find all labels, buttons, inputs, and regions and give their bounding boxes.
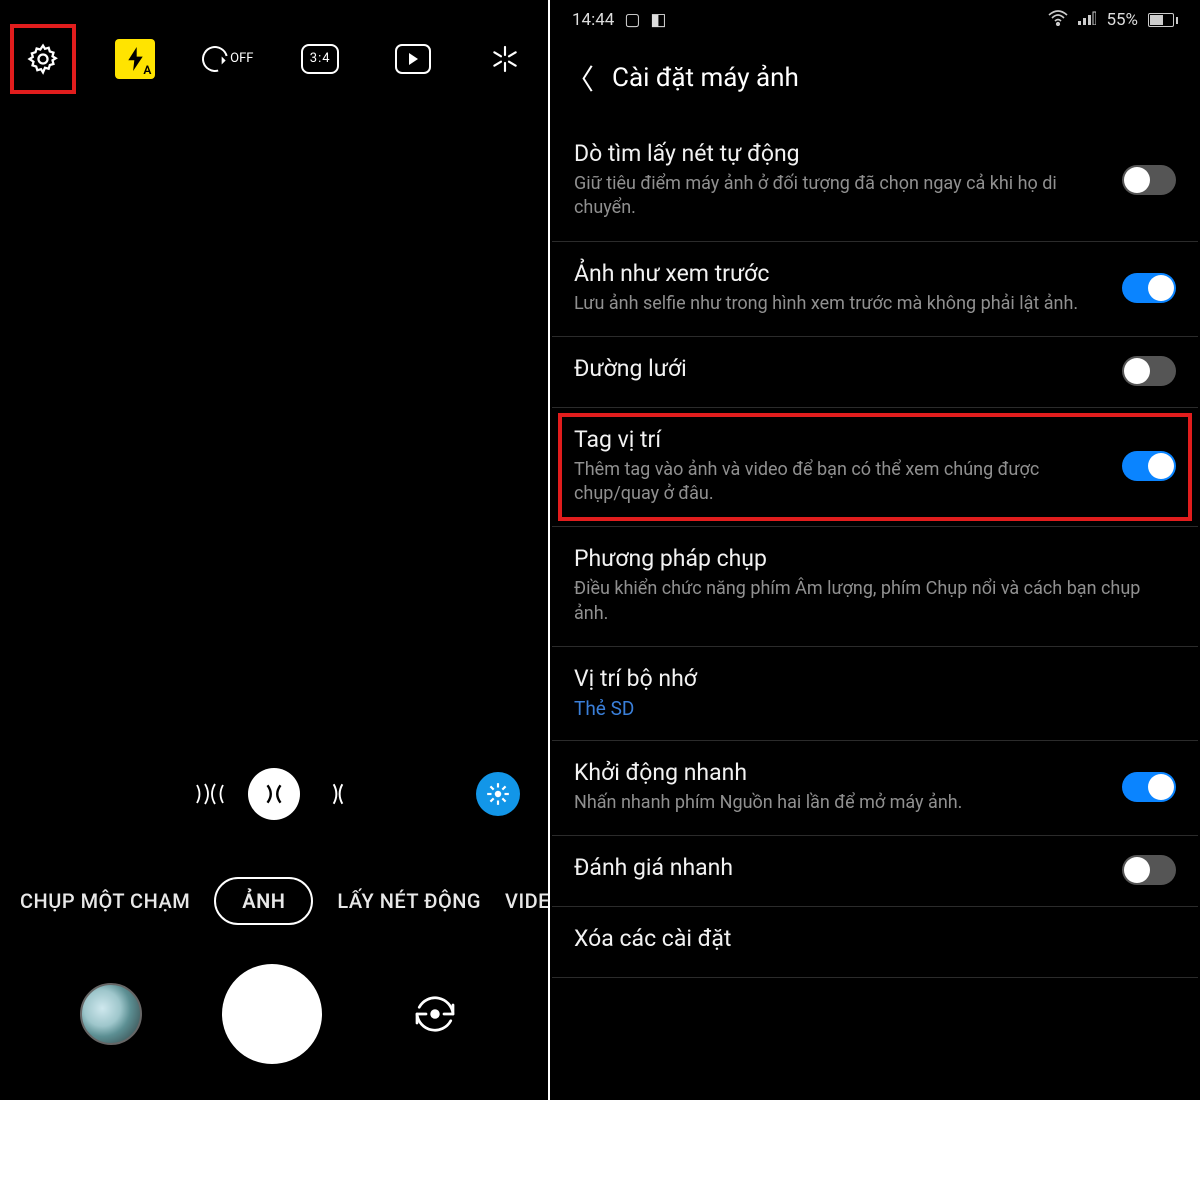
back-icon[interactable]: 〈	[566, 58, 594, 98]
setting-desc: Điều khiển chức năng phím Âm lượng, phím…	[574, 577, 1162, 626]
shutter-button[interactable]	[222, 964, 322, 1064]
setting-desc: Giữ tiêu điểm máy ảnh ở đối tượng đã chọ…	[574, 172, 1108, 221]
setting-item-6[interactable]: Khởi động nhanh Nhấn nhanh phím Nguồn hai…	[552, 741, 1198, 836]
effects-button[interactable]	[476, 772, 520, 816]
screenshot-icon: ▢	[624, 10, 640, 30]
camera-top-toolbar: A OFF 3:4	[0, 0, 548, 95]
setting-title: Khởi động nhanh	[574, 759, 1108, 786]
setting-item-3[interactable]: Tag vị trí Thêm tag vào ảnh và video để b…	[552, 408, 1198, 528]
setting-title: Dò tìm lấy nét tự động	[574, 140, 1108, 167]
setting-title: Vị trí bộ nhớ	[574, 665, 1162, 692]
wifi-icon	[1048, 10, 1068, 31]
settings-screen: 14:44 ▢ ◧ 55% 〈 Cài đặt máy ảnh	[550, 0, 1200, 1100]
zoom-tele-button[interactable]	[320, 776, 356, 812]
setting-title: Xóa các cài đặt	[574, 925, 1162, 952]
settings-icon[interactable]	[18, 34, 68, 84]
settings-header: 〈 Cài đặt máy ảnh	[550, 40, 1200, 122]
gallery-thumbnail[interactable]	[80, 983, 142, 1045]
toggle-switch[interactable]	[1122, 855, 1176, 885]
mode-photo[interactable]: ẢNH	[214, 877, 313, 925]
camera-screen: A OFF 3:4	[0, 0, 550, 1100]
setting-item-5[interactable]: Vị trí bộ nhớ Thẻ SD	[552, 647, 1198, 741]
camera-mode-selector[interactable]: CHỤP MỘT CHẠM ẢNH LẤY NÉT ĐỘNG VIDEO	[0, 877, 548, 925]
mode-video[interactable]: VIDEO	[505, 889, 548, 913]
toggle-switch[interactable]	[1122, 273, 1176, 303]
motion-photo-button[interactable]	[388, 34, 438, 84]
timer-label: OFF	[230, 51, 253, 66]
mode-live-focus[interactable]: LẤY NÉT ĐỘNG	[337, 889, 481, 913]
settings-title: Cài đặt máy ảnh	[612, 63, 799, 93]
setting-title: Đường lưới	[574, 355, 1108, 382]
setting-title: Tag vị trí	[574, 426, 1108, 453]
signal-icon	[1078, 10, 1096, 30]
setting-item-7[interactable]: Đánh giá nhanh	[552, 836, 1198, 907]
ratio-label: 3:4	[301, 44, 339, 74]
setting-title: Đánh giá nhanh	[574, 854, 1108, 881]
toggle-switch[interactable]	[1122, 356, 1176, 386]
setting-link[interactable]: Thẻ SD	[574, 697, 1162, 720]
filters-icon[interactable]	[480, 34, 530, 84]
flash-mode-label: A	[143, 63, 151, 77]
status-time: 14:44	[572, 10, 614, 30]
zoom-ultrawide-button[interactable]	[192, 776, 228, 812]
setting-item-1[interactable]: Ảnh như xem trước Lưu ảnh selfie như tron…	[552, 242, 1198, 337]
battery-icon	[1148, 13, 1178, 27]
shutter-row	[0, 964, 548, 1064]
settings-list: Dò tìm lấy nét tự động Giữ tiêu điểm máy …	[550, 122, 1200, 978]
flash-auto-button[interactable]: A	[110, 34, 160, 84]
zoom-wide-button[interactable]	[248, 768, 300, 820]
setting-desc: Lưu ảnh selfie như trong hình xem trước …	[574, 292, 1108, 316]
setting-title: Phương pháp chụp	[574, 545, 1162, 572]
setting-item-8[interactable]: Xóa các cài đặt	[552, 907, 1198, 978]
setting-desc: Nhấn nhanh phím Nguồn hai lần để mở máy …	[574, 791, 1108, 815]
setting-title: Ảnh như xem trước	[574, 260, 1108, 287]
setting-item-2[interactable]: Đường lưới	[552, 337, 1198, 408]
toggle-switch[interactable]	[1122, 772, 1176, 802]
setting-item-4[interactable]: Phương pháp chụp Điều khiển chức năng phí…	[552, 527, 1198, 647]
battery-percent: 55%	[1106, 10, 1138, 30]
switch-camera-button[interactable]	[402, 981, 468, 1047]
status-bar: 14:44 ▢ ◧ 55%	[550, 0, 1200, 40]
setting-desc: Thêm tag vào ảnh và video để bạn có thể …	[574, 458, 1108, 507]
mode-single-tap[interactable]: CHỤP MỘT CHẠM	[20, 889, 190, 913]
status-indicator-icon: ◧	[650, 10, 666, 30]
zoom-controls	[0, 768, 548, 820]
toggle-switch[interactable]	[1122, 165, 1176, 195]
setting-item-0[interactable]: Dò tìm lấy nét tự động Giữ tiêu điểm máy …	[552, 122, 1198, 242]
aspect-ratio-button[interactable]: 3:4	[295, 34, 345, 84]
timer-button[interactable]: OFF	[203, 34, 253, 84]
toggle-switch[interactable]	[1122, 451, 1176, 481]
